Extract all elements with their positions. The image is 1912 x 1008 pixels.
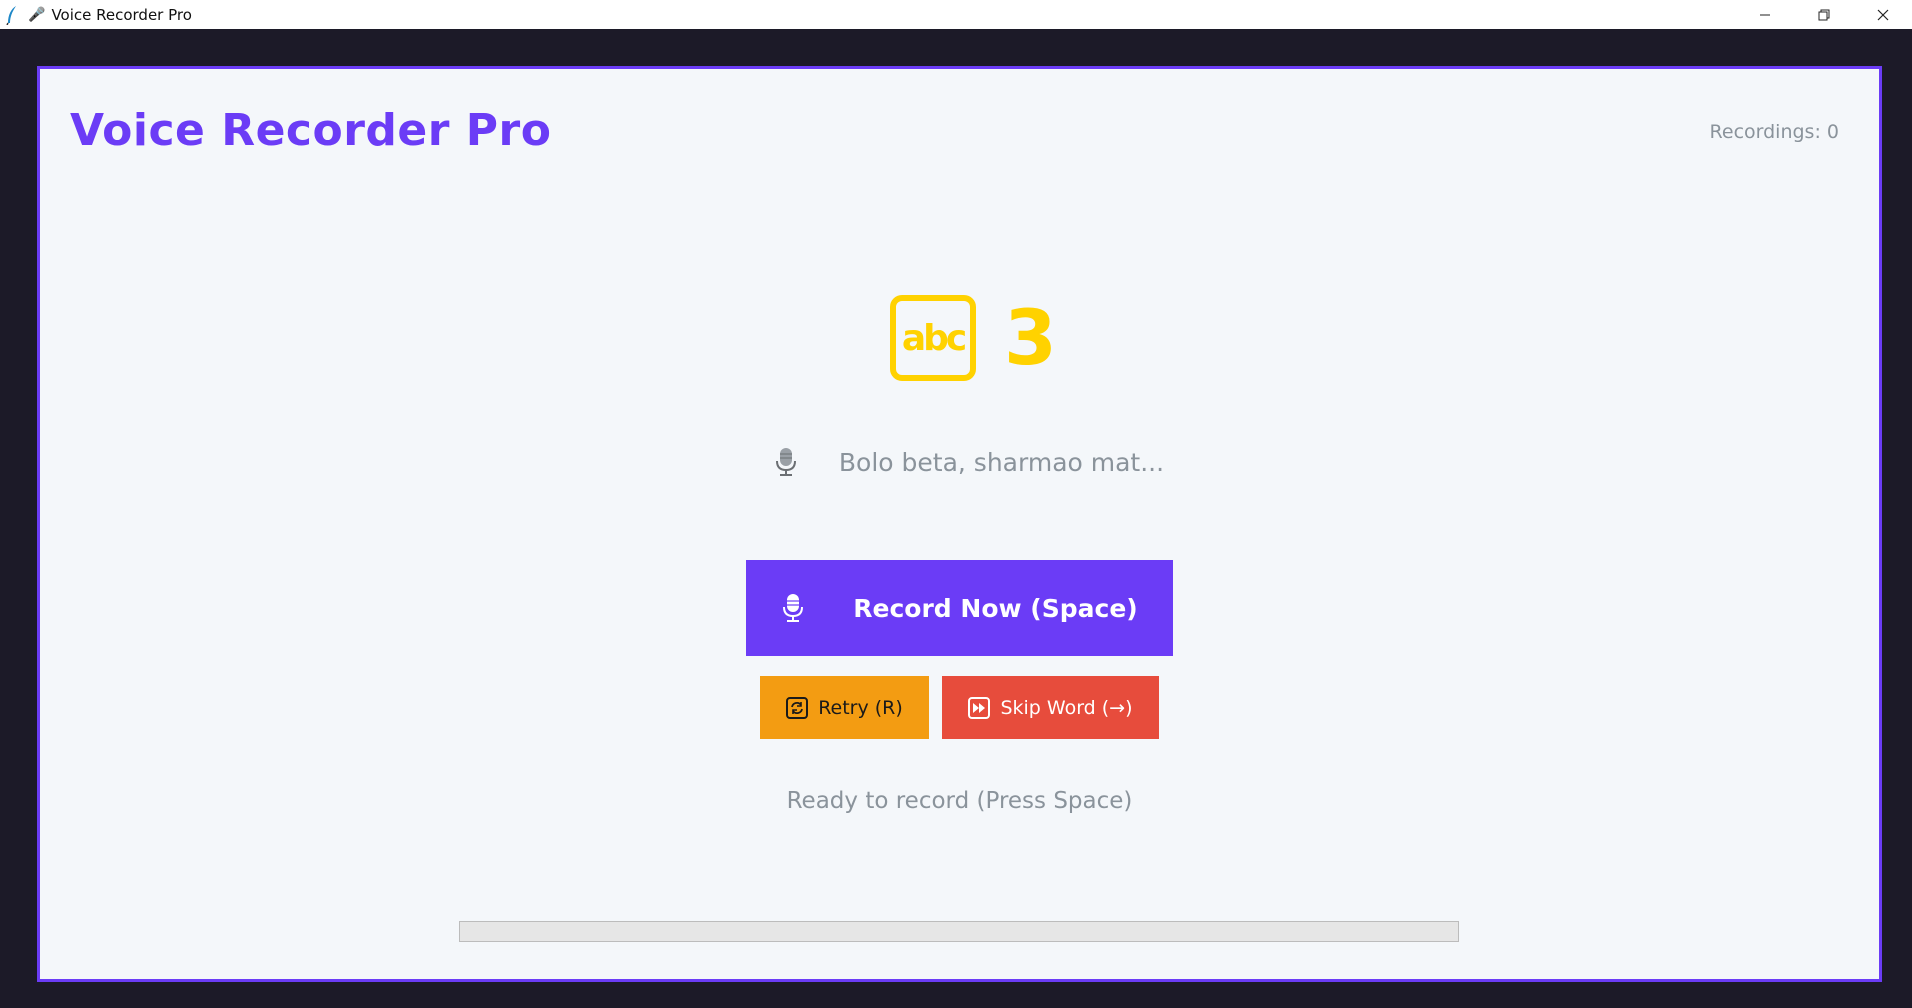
- microphone-emoji-icon: 🎤: [28, 6, 46, 23]
- retry-icon: [786, 696, 809, 719]
- skip-word-button[interactable]: Skip Word (→): [942, 676, 1159, 739]
- skip-word-button-label: Skip Word (→): [1000, 696, 1133, 719]
- window-titlebar: 🎤 Voice Recorder Pro: [0, 0, 1912, 29]
- record-button[interactable]: Record Now (Space): [746, 560, 1173, 656]
- microphone-icon: [783, 594, 804, 622]
- retry-button-label: Retry (R): [818, 696, 903, 719]
- minimize-icon: [1759, 14, 1770, 15]
- close-icon: [1877, 9, 1888, 20]
- prompt: Bolo beta, sharmao mat...: [40, 447, 1879, 477]
- main-panel: Voice Recorder Pro Recordings: 0 abc 3 B…: [37, 66, 1882, 982]
- progress-bar: [459, 921, 1459, 942]
- minimize-button[interactable]: [1735, 0, 1794, 29]
- word-display: abc 3: [40, 295, 1879, 381]
- retry-button[interactable]: Retry (R): [760, 676, 929, 739]
- status-text: Ready to record (Press Space): [786, 788, 1133, 814]
- restore-button[interactable]: [1794, 0, 1853, 29]
- restore-icon: [1818, 9, 1829, 20]
- abc-icon: abc: [890, 295, 977, 381]
- word-number: 3: [1004, 293, 1057, 382]
- recordings-count: Recordings: 0: [1709, 121, 1839, 143]
- close-button[interactable]: [1853, 0, 1912, 29]
- microphone-icon: [775, 448, 796, 476]
- window-title: Voice Recorder Pro: [51, 5, 192, 24]
- fast-forward-icon: [968, 696, 991, 719]
- prompt-text: Bolo beta, sharmao mat...: [838, 447, 1165, 477]
- app-title: Voice Recorder Pro: [70, 105, 552, 156]
- feather-icon: [6, 5, 20, 25]
- record-button-label: Record Now (Space): [853, 593, 1138, 623]
